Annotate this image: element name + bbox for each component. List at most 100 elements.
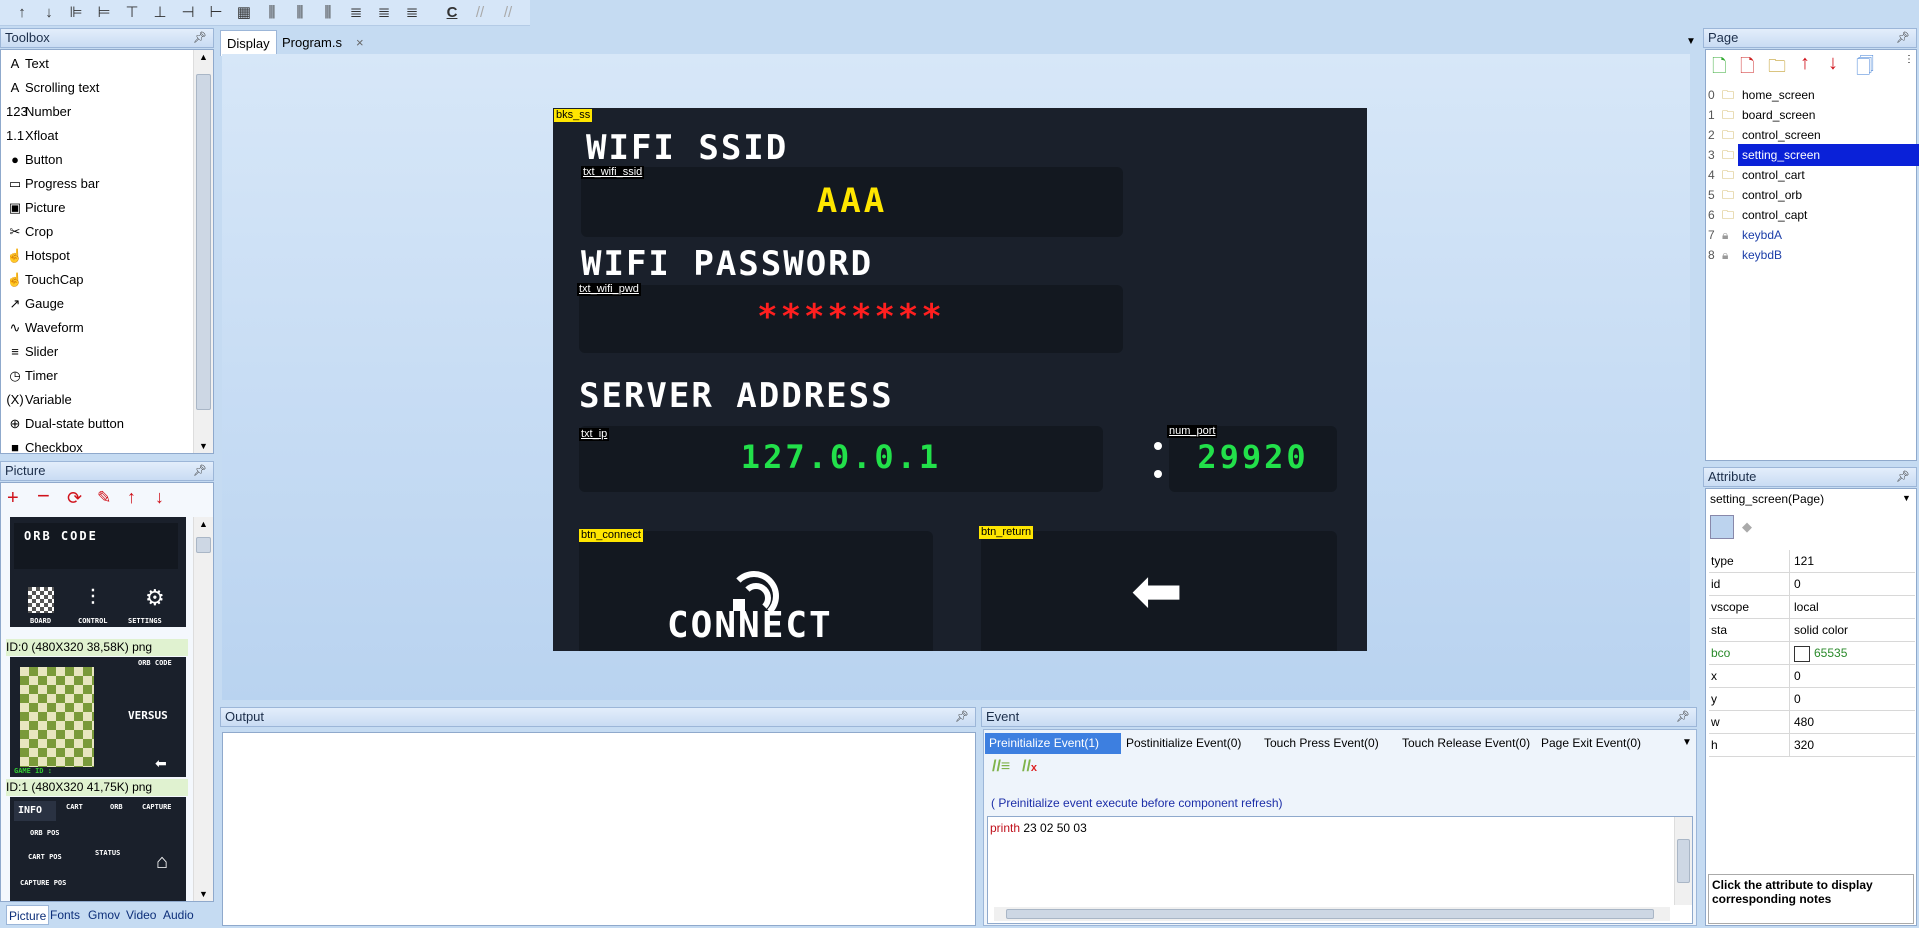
attribute-row-id[interactable]: id 0 bbox=[1709, 573, 1915, 596]
move-down-icon[interactable]: ↓ bbox=[155, 487, 164, 507]
move-up-icon[interactable]: ↑ bbox=[1800, 52, 1810, 75]
import-page-icon[interactable]: 🗀︎ bbox=[1768, 54, 1786, 84]
page-item-control_screen[interactable]: 2 🗀︎ control_screen bbox=[1705, 124, 1915, 144]
toolbox-item-hotspot[interactable]: ☝ Hotspot bbox=[6, 245, 70, 267]
comment-icon[interactable]: C bbox=[440, 2, 464, 24]
pin-icon[interactable]: 📌︎ bbox=[1676, 708, 1690, 726]
toolbox-item-scrolling-text[interactable]: A Scrolling text bbox=[6, 77, 100, 99]
toolbox-item-touchcap[interactable]: ☝ TouchCap bbox=[6, 269, 84, 291]
attribute-row-type[interactable]: type 121 bbox=[1709, 550, 1915, 573]
password-field[interactable]: ******** bbox=[579, 285, 1123, 353]
more-icon[interactable]: ⋮ bbox=[1904, 54, 1914, 65]
pin-icon[interactable]: 📌︎ bbox=[955, 708, 969, 726]
attribute-value[interactable]: 65535 bbox=[1789, 642, 1915, 664]
page-item-keybdB[interactable]: 8 🔒︎ keybdB bbox=[1705, 244, 1915, 264]
attribute-value[interactable]: 0 bbox=[1789, 665, 1915, 687]
attribute-value[interactable]: 320 bbox=[1789, 734, 1915, 756]
attribute-row-h[interactable]: h 320 bbox=[1709, 734, 1915, 757]
distribute-h3-icon[interactable]: ⫼ bbox=[316, 2, 340, 24]
move-down-icon[interactable]: ↓ bbox=[1828, 52, 1838, 75]
toolbox-item-progress-bar[interactable]: ▭ Progress bar bbox=[6, 173, 100, 195]
pin-icon[interactable]: 📌︎ bbox=[193, 29, 207, 47]
attribute-value[interactable]: 0 bbox=[1789, 688, 1915, 710]
align-left-icon[interactable]: ⊫ bbox=[64, 2, 88, 24]
toolbox-item-variable[interactable]: (X)Variable bbox=[6, 389, 71, 411]
tab-postinitialize[interactable]: Postinitialize Event(0) bbox=[1126, 733, 1241, 754]
toolbox-item-gauge[interactable]: ↗ Gauge bbox=[6, 293, 65, 315]
code-hscroll[interactable] bbox=[994, 907, 1670, 921]
toolbox-item-number[interactable]: 123Number bbox=[6, 101, 71, 123]
hmi-screen[interactable]: bks_ss WIFI SSID AAA txt_wifi_ssid WIFI … bbox=[553, 108, 1367, 651]
ip-field[interactable]: 127.0.0.1 bbox=[579, 426, 1103, 492]
distribute-v-icon[interactable]: ≣ bbox=[344, 2, 368, 24]
move-up-icon[interactable]: ↑ bbox=[127, 487, 136, 507]
tab-program[interactable]: Program.s bbox=[276, 30, 348, 56]
toolbox-scrollbar[interactable]: ▲ ▼ bbox=[193, 50, 213, 453]
tab-list-icon[interactable]: ▼ bbox=[1686, 36, 1696, 47]
event-view-icon[interactable]: ◆ bbox=[1742, 519, 1752, 535]
scroll-thumb[interactable] bbox=[196, 537, 211, 553]
center-horizontal-icon[interactable]: ⊣ bbox=[176, 2, 200, 24]
add-icon[interactable]: + bbox=[7, 488, 19, 508]
toolbox-item-xfloat[interactable]: 1.1Xfloat bbox=[6, 125, 58, 147]
add-page-icon[interactable]: 🗋︎ bbox=[1712, 54, 1726, 84]
toolbox-item-checkbox[interactable]: ■ Checkbox bbox=[6, 437, 83, 459]
tab-page-exit[interactable]: Page Exit Event(0) bbox=[1541, 733, 1641, 754]
picture-scrollbar[interactable]: ▲ ▼ bbox=[193, 517, 213, 901]
chevron-down-icon[interactable]: ▼ bbox=[1682, 737, 1692, 748]
pin-icon[interactable]: 📌︎ bbox=[193, 462, 207, 480]
page-item-keybdA[interactable]: 7 🔒︎ keybdA bbox=[1705, 224, 1915, 244]
tab-audio[interactable]: Audio bbox=[163, 905, 194, 925]
close-icon[interactable]: × bbox=[350, 30, 370, 56]
tab-picture[interactable]: Picture bbox=[6, 905, 50, 925]
replace-icon[interactable]: ⟳ bbox=[67, 488, 82, 508]
return-button[interactable]: ⬅ bbox=[981, 531, 1337, 651]
grid-icon[interactable]: ▦ bbox=[232, 2, 256, 24]
ip-component-label[interactable]: txt_ip bbox=[579, 428, 610, 441]
comment-icon[interactable]: //≡ bbox=[992, 758, 1010, 776]
event-code-editor[interactable]: printh 23 02 50 03 bbox=[987, 816, 1693, 924]
output-area[interactable] bbox=[222, 732, 976, 926]
page-item-control_cart[interactable]: 4 🗀︎ control_cart bbox=[1705, 164, 1915, 184]
center-vertical-icon[interactable]: ⊢ bbox=[204, 2, 228, 24]
picture-thumb-1[interactable]: ORB CODE VERSUS ⬅ GAME ID : bbox=[10, 657, 186, 777]
return-component-label[interactable]: btn_return bbox=[979, 526, 1034, 539]
attribute-row-y[interactable]: y0 bbox=[1709, 688, 1915, 711]
code-vscroll[interactable] bbox=[1674, 817, 1692, 905]
color-swatch[interactable] bbox=[1794, 645, 1810, 662]
property-view-icon[interactable] bbox=[1710, 515, 1734, 539]
toolbox-item-crop[interactable]: ✂ Crop bbox=[6, 221, 54, 243]
pin-icon[interactable]: 📌︎ bbox=[1896, 468, 1910, 486]
align-bottom-icon[interactable]: ⊥ bbox=[148, 2, 172, 24]
attribute-row-sta[interactable]: sta solid color bbox=[1709, 619, 1915, 642]
page-item-setting_screen[interactable]: 3 🗀︎ setting_screen bbox=[1705, 144, 1919, 166]
tab-preinitialize[interactable]: Preinitialize Event(1) bbox=[985, 733, 1121, 754]
move-down-icon[interactable]: ↓ bbox=[37, 2, 61, 24]
attribute-row-vscope[interactable]: vscope local bbox=[1709, 596, 1915, 619]
tab-gmov[interactable]: Gmov bbox=[88, 905, 120, 925]
bg-picture-label[interactable]: bks_ss bbox=[554, 109, 593, 122]
tab-fonts[interactable]: Fonts bbox=[50, 905, 80, 925]
distribute-v2-icon[interactable]: ≣ bbox=[372, 2, 396, 24]
ssid-component-label[interactable]: txt_wifi_ssid bbox=[581, 166, 645, 179]
picture-thumb-2[interactable]: INFO CART ORB CAPTURE ORB POS CART POS S… bbox=[10, 797, 186, 901]
distribute-h2-icon[interactable]: ⫼ bbox=[288, 2, 312, 24]
attribute-value[interactable]: 480 bbox=[1789, 711, 1915, 733]
attribute-row-bco[interactable]: bco 65535 bbox=[1709, 642, 1915, 665]
uncomment-icon[interactable]: //x bbox=[1022, 758, 1037, 776]
page-item-board_screen[interactable]: 1 🗀︎ board_screen bbox=[1705, 104, 1915, 124]
page-item-home_screen[interactable]: 0 🗀︎ home_screen bbox=[1705, 84, 1915, 104]
tab-display[interactable]: Display bbox=[220, 30, 277, 56]
password-component-label[interactable]: txt_wifi_pwd bbox=[577, 283, 641, 296]
pin-icon[interactable]: 📌︎ bbox=[1896, 29, 1910, 47]
copy-page-icon[interactable]: 🗍︎ bbox=[1856, 54, 1874, 84]
chevron-down-icon[interactable]: ▼ bbox=[1902, 493, 1911, 503]
distribute-v3-icon[interactable]: ≣ bbox=[400, 2, 424, 24]
move-up-icon[interactable]: ↑ bbox=[10, 2, 34, 24]
align-right-icon[interactable]: ⊨ bbox=[92, 2, 116, 24]
attribute-value[interactable]: local bbox=[1789, 596, 1915, 618]
toolbox-item-button[interactable]: ● Button bbox=[6, 149, 63, 171]
attribute-value[interactable]: solid color bbox=[1789, 619, 1915, 641]
remove-icon[interactable]: − bbox=[37, 485, 50, 507]
page-item-control_orb[interactable]: 5 🗀︎ control_orb bbox=[1705, 184, 1915, 204]
